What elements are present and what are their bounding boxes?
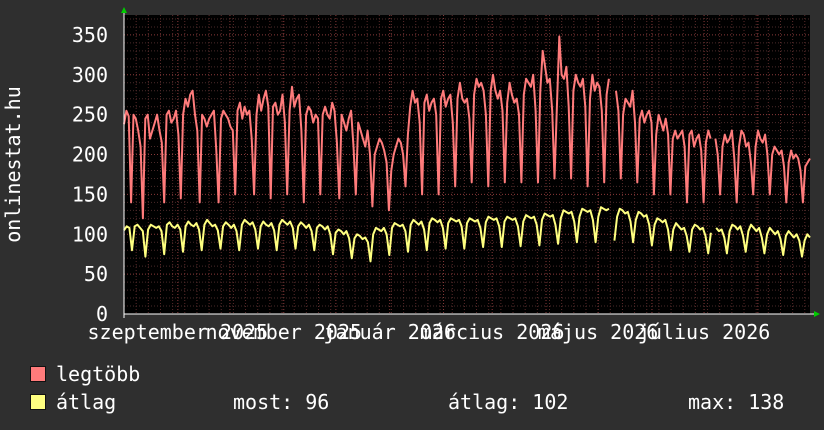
legend-item-atlag: átlag [30,390,116,414]
stat-average: átlag: 102 [448,390,569,414]
stat-now: most: 96 [233,390,330,414]
y-tick-label: 300 [72,63,108,87]
plot-area [124,15,810,314]
y-tick-label: 150 [72,182,108,206]
x-tick-label: július 2026 [638,320,770,344]
legend-label-atlag: átlag [56,390,117,414]
legend-swatch-legtobb [30,366,46,382]
y-axis-label: onlinestat.hu [1,86,25,243]
legend-swatch-atlag [30,394,46,410]
y-tick-label: 100 [72,222,108,246]
y-tick-label: 200 [72,143,108,167]
y-axis-arrow [121,7,127,13]
legend-label-legtobb: legtöbb [56,362,141,386]
stat-max: max: 138 [688,390,785,414]
legend-item-legtobb: legtöbb [30,362,140,386]
x-axis-arrow [814,311,820,317]
y-tick-label: 50 [84,262,108,286]
y-tick-label: 250 [72,103,108,127]
line-chart: 050100150200250300350szeptember 2025nove… [1,7,820,344]
y-tick-label: 350 [72,23,108,47]
